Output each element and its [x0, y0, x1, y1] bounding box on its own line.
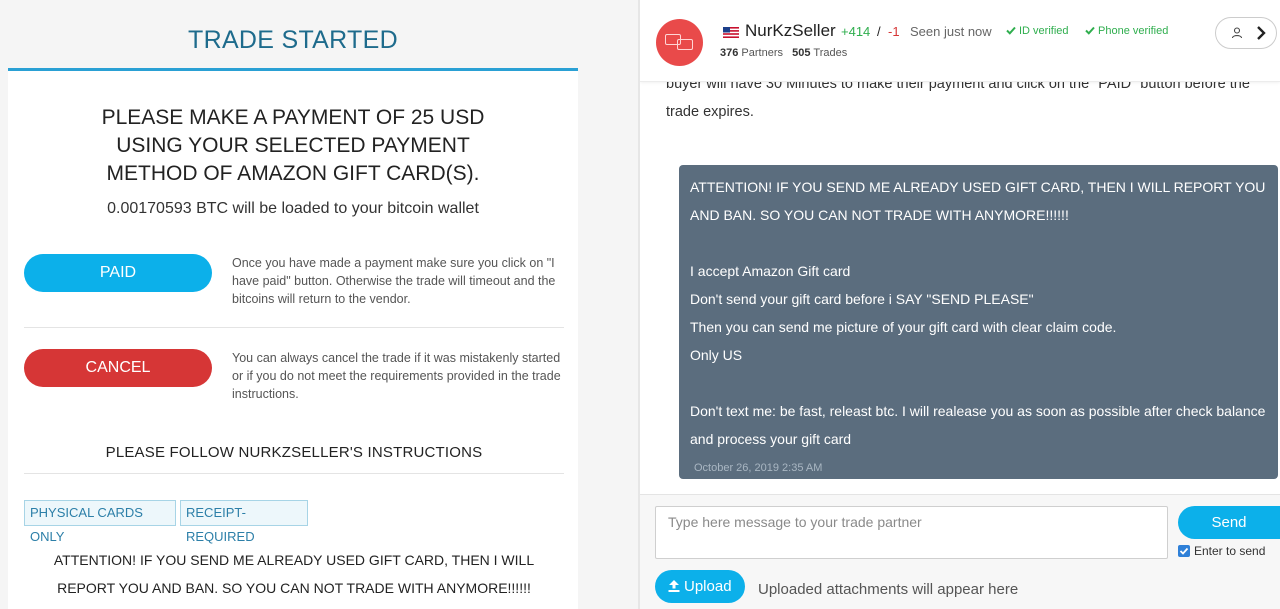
- partners-label: Partners: [741, 47, 783, 59]
- phone-verified-label: Phone verified: [1098, 25, 1169, 37]
- chat-header: NurKzSeller +414 / -1 Seen just now ID v…: [640, 0, 1280, 82]
- message-timestamp: October 26, 2019 2:35 AM: [694, 462, 823, 474]
- divider: [24, 473, 564, 474]
- partners-count: 376: [720, 47, 739, 59]
- payment-heading: PLEASE MAKE A PAYMENT OF 25 USD USING YO…: [101, 106, 485, 185]
- upload-button[interactable]: Upload: [655, 570, 745, 603]
- divider: [24, 327, 564, 328]
- trades-count: 505: [792, 47, 811, 59]
- enter-to-send-label: Enter to send: [1194, 544, 1266, 558]
- message-bubble: ATTENTION! IF YOU SEND ME ALREADY USED G…: [679, 165, 1278, 479]
- paid-help-text: Once you have made a payment make sure y…: [232, 256, 556, 306]
- check-icon: [1006, 26, 1016, 35]
- tag-receipt-required: RECEIPT-REQUIRED: [180, 500, 308, 544]
- message-line: Don't text me: be fast, releast btc. I w…: [690, 403, 1266, 447]
- check-icon: [1179, 547, 1189, 555]
- compose-area: Send Enter to send Upload Uploaded attac…: [640, 494, 1280, 609]
- message-line: Don't send your gift card before i SAY "…: [690, 291, 1034, 307]
- message-line: I accept Amazon Gift card: [690, 263, 851, 279]
- btc-amount-text: 0.00170593 BTC will be loaded to your bi…: [107, 200, 479, 217]
- instructions-text: ATTENTION! IF YOU SEND ME ALREADY USED G…: [53, 552, 535, 596]
- seller-name[interactable]: NurKzSeller: [745, 21, 836, 41]
- trade-panel: TRADE STARTED PLEASE MAKE A PAYMENT OF 2…: [0, 0, 638, 609]
- profile-toggle-button[interactable]: [1215, 17, 1277, 49]
- paid-button[interactable]: PAID: [24, 254, 212, 292]
- enter-to-send-checkbox[interactable]: [1178, 545, 1190, 557]
- seller-stats: 376 Partners 505 Trades: [720, 47, 847, 59]
- message-line: [690, 229, 1268, 257]
- feedback-separator: /: [877, 24, 881, 39]
- page-title: TRADE STARTED: [188, 26, 398, 54]
- chat-panel: NurKzSeller +414 / -1 Seen just now ID v…: [640, 0, 1280, 609]
- instructions-heading: PLEASE FOLLOW NURKZSELLER'S INSTRUCTIONS: [105, 444, 483, 461]
- check-icon: [1085, 26, 1095, 35]
- upload-icon: [668, 580, 680, 592]
- message-input[interactable]: [655, 506, 1168, 559]
- chat-messages[interactable]: buyer will have 30 Minutes to make their…: [640, 82, 1280, 494]
- user-icon: [1231, 27, 1243, 39]
- id-verified-badge: ID verified: [1006, 25, 1069, 37]
- avatar[interactable]: [656, 19, 703, 66]
- previous-message-text: buyer will have 30 Minutes to make their…: [666, 82, 1250, 120]
- cancel-button[interactable]: CANCEL: [24, 349, 212, 387]
- positive-feedback: +414: [841, 24, 871, 39]
- upload-label: Upload: [684, 578, 732, 595]
- us-flag-icon: [723, 27, 739, 38]
- send-button[interactable]: Send: [1178, 506, 1280, 539]
- chevron-right-icon: [1257, 26, 1266, 40]
- phone-verified-badge: Phone verified: [1085, 25, 1168, 37]
- message-line: ATTENTION! IF YOU SEND ME ALREADY USED G…: [690, 179, 1266, 223]
- message-line: Then you can send me picture of your gif…: [690, 319, 1117, 335]
- message-line: Only US: [690, 347, 743, 363]
- trades-label: Trades: [813, 47, 848, 59]
- attachments-hint: Uploaded attachments will appear here: [758, 581, 1019, 598]
- gift-card-icon: [677, 39, 693, 50]
- message-line: [690, 369, 1268, 397]
- last-seen-status: Seen just now: [910, 24, 992, 39]
- id-verified-label: ID verified: [1019, 25, 1069, 37]
- cancel-help-text: You can always cancel the trade if it wa…: [232, 351, 561, 401]
- tag-physical-cards-only: PHYSICAL CARDS ONLY: [24, 500, 176, 544]
- negative-feedback: -1: [888, 24, 900, 39]
